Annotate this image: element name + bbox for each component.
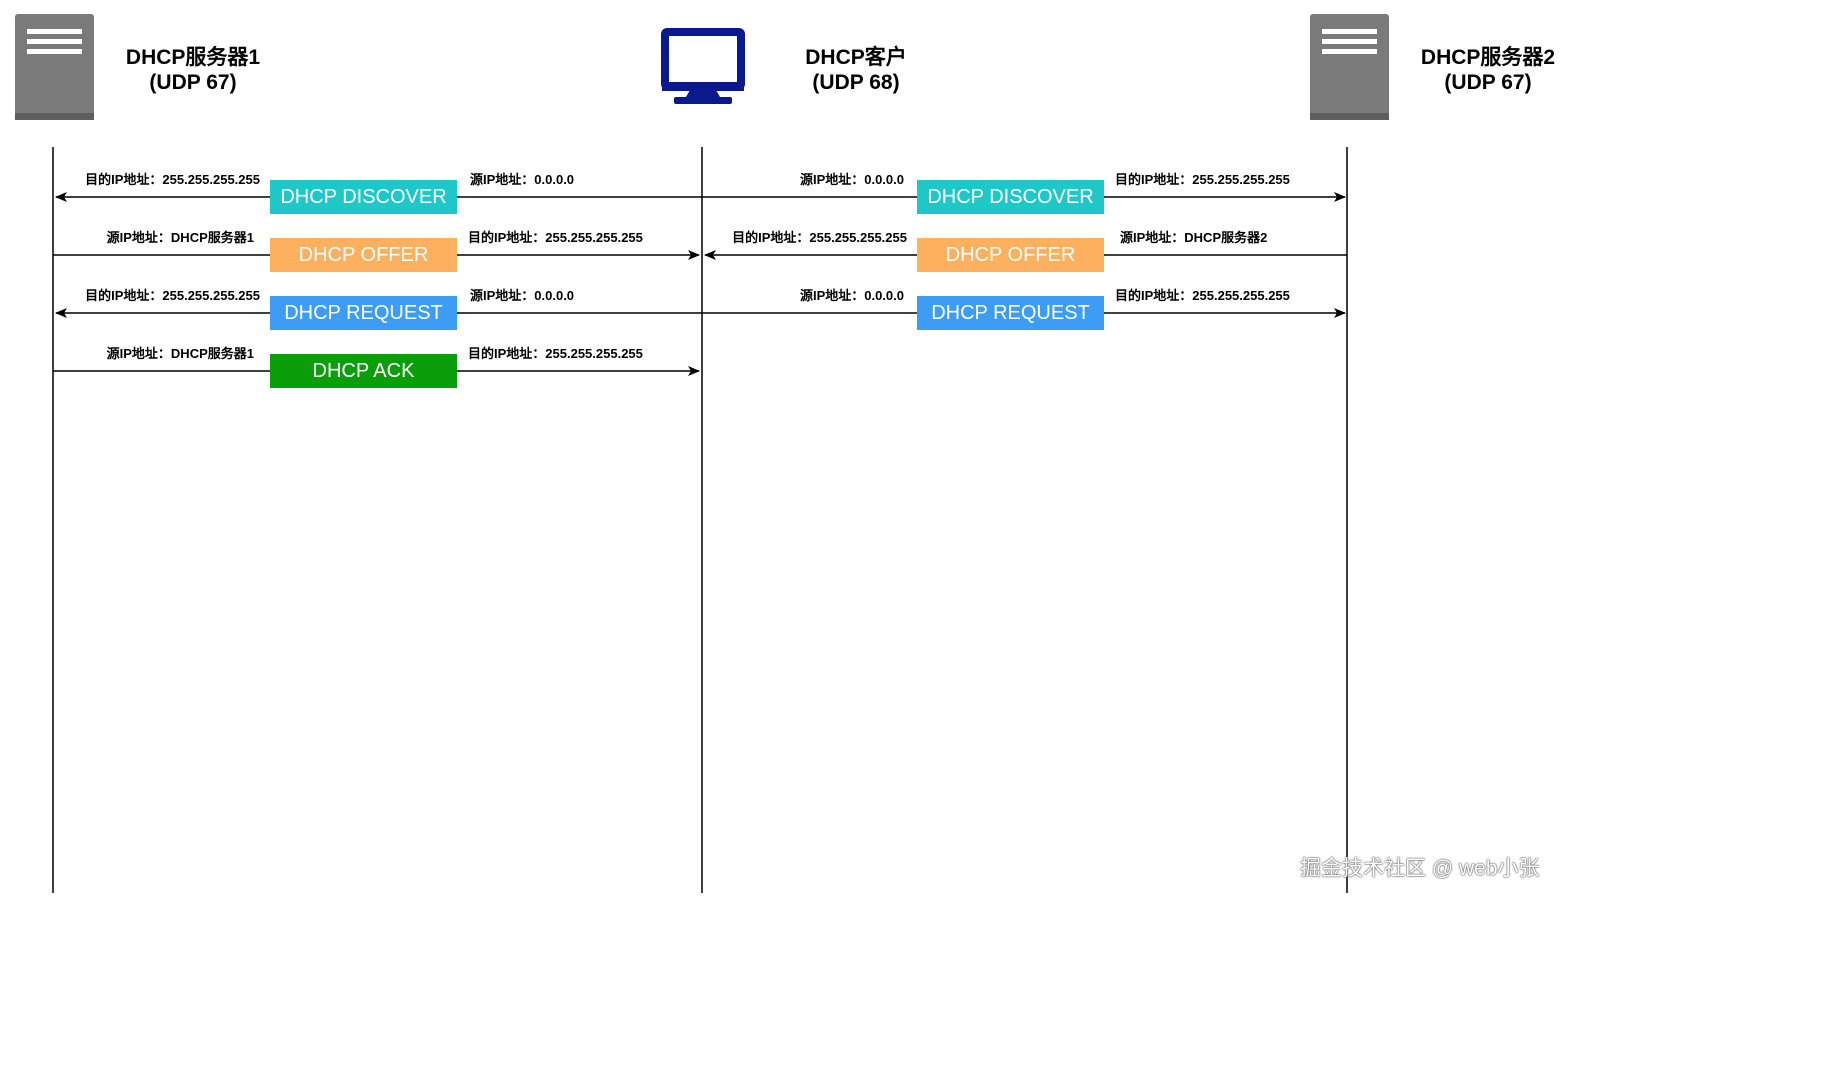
- row3-left-dst-address: 目的IP地址：255.255.255.255: [85, 288, 260, 303]
- row1-right-dst-address: 目的IP地址：255.255.255.255: [1115, 172, 1290, 187]
- ack-message-box: DHCP ACK: [270, 354, 457, 388]
- diagram-canvas: [15, 14, 1389, 893]
- row4-left-src-address: 源IP地址：DHCP服务器1: [106, 346, 254, 361]
- row3-right-dst-address: 目的IP地址：255.255.255.255: [1115, 288, 1290, 303]
- server1-name: DHCP服务器1: [125, 46, 261, 69]
- row3-left-src-address: 源IP地址：0.0.0.0: [470, 288, 575, 303]
- offer-message-box-right: DHCP OFFER: [917, 238, 1104, 272]
- row3-right-src-address: 源IP地址：0.0.0.0: [799, 288, 904, 303]
- discover-message-box-right: DHCP DISCOVER: [917, 180, 1104, 214]
- client-name: DHCP客户: [805, 46, 907, 69]
- server1-port: (UDP 67): [149, 71, 237, 94]
- server2-name: DHCP服务器2: [1420, 46, 1556, 69]
- row2-left-src-address: 源IP地址：DHCP服务器1: [106, 230, 254, 245]
- row2-right-dst-address: 目的IP地址：255.255.255.255: [732, 230, 907, 245]
- discover-message-box-left: DHCP DISCOVER: [270, 180, 457, 214]
- request-message-box-left: DHCP REQUEST: [270, 296, 457, 330]
- row2-left-dst-address: 目的IP地址：255.255.255.255: [468, 230, 643, 245]
- monitor-icon: [661, 28, 745, 104]
- row2-right-src-address: 源IP地址：DHCP服务器2: [1120, 230, 1268, 245]
- request-message-box-right: DHCP REQUEST: [917, 296, 1104, 330]
- watermark: 掘金技术社区 @ web小张: [1300, 857, 1540, 880]
- row4-left-dst-address: 目的IP地址：255.255.255.255: [468, 346, 643, 361]
- server-icon: [15, 14, 94, 120]
- row1-left-dst-address: 目的IP地址：255.255.255.255: [85, 172, 260, 187]
- server1-title: DHCP服务器1 (UDP 67): [93, 45, 293, 95]
- dhcp-sequence-diagram: DHCP服务器1 (UDP 67) DHCP客户 (UDP 68) DHCP服务…: [0, 0, 1563, 906]
- client-title: DHCP客户 (UDP 68): [756, 45, 956, 95]
- row1-left-src-address: 源IP地址：0.0.0.0: [470, 172, 575, 187]
- server2-title: DHCP服务器2 (UDP 67): [1388, 45, 1588, 95]
- client-port: (UDP 68): [812, 71, 900, 94]
- row1-right-src-address: 源IP地址：0.0.0.0: [799, 172, 904, 187]
- server-icon: [1310, 14, 1389, 120]
- server2-port: (UDP 67): [1444, 71, 1532, 94]
- offer-message-box-left: DHCP OFFER: [270, 238, 457, 272]
